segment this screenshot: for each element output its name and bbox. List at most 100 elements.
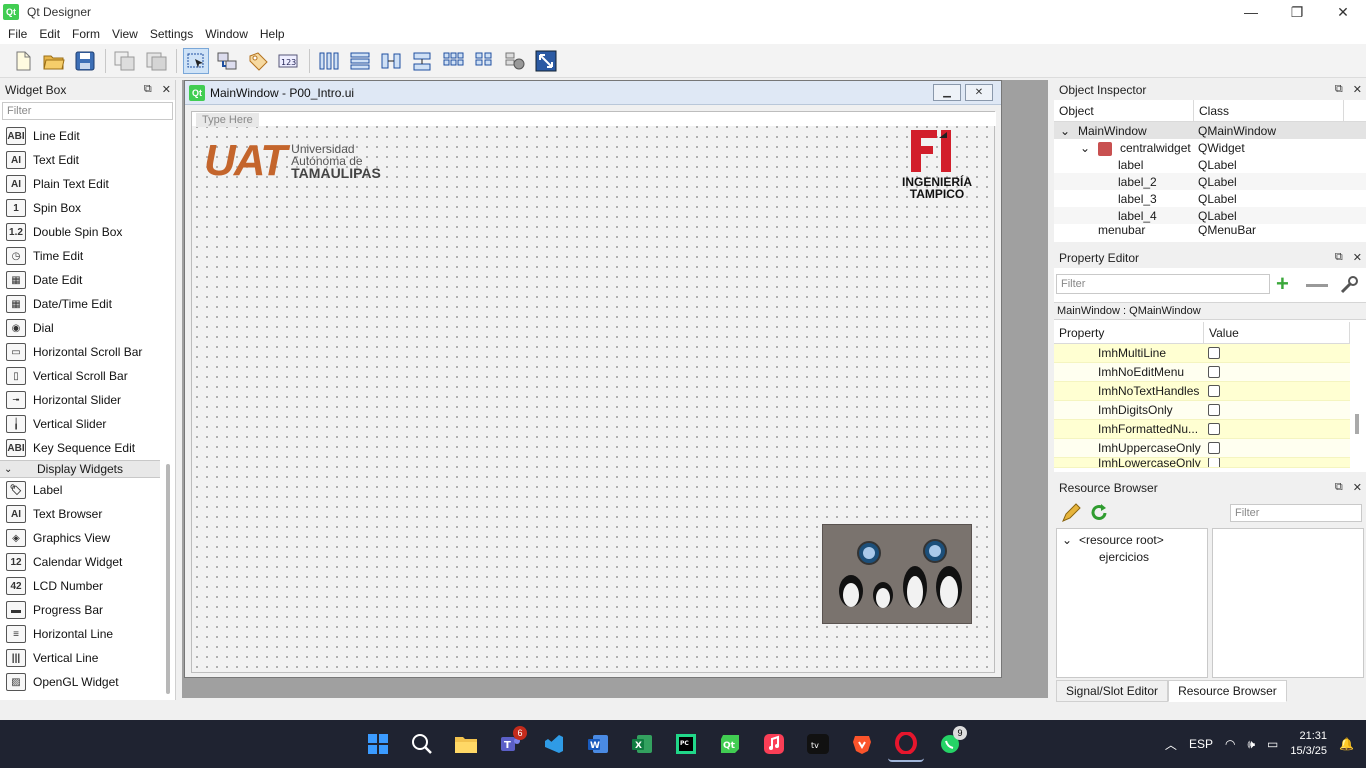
configure-wrench-icon[interactable] <box>1338 274 1360 299</box>
file-explorer-icon[interactable] <box>448 726 484 762</box>
object-row[interactable]: ⌄ centralwidget QWidget <box>1054 139 1366 156</box>
close-button[interactable]: ✕ <box>1320 0 1366 24</box>
copy-icon[interactable] <box>112 48 138 74</box>
adjust-size-icon[interactable] <box>533 48 559 74</box>
search-icon[interactable] <box>404 726 440 762</box>
apple-music-icon[interactable] <box>756 726 792 762</box>
float-icon[interactable]: ⧉ <box>1335 251 1343 264</box>
uat-logo[interactable]: UAT Universidad Autónoma de TAMAULIPAS <box>204 136 381 186</box>
brave-browser-icon[interactable] <box>844 726 880 762</box>
widget-item-line-edit[interactable]: ABI Line Edit <box>0 124 160 148</box>
chevron-down-icon[interactable]: ⌄ <box>1057 533 1077 547</box>
widget-item-key-sequence-edit[interactable]: ABI Key Sequence Edit <box>0 436 160 460</box>
chevron-down-icon[interactable]: ⌄ <box>1080 141 1090 155</box>
object-row[interactable]: menubar QMenuBar <box>1054 224 1366 236</box>
layout-splitter-horizontal-icon[interactable] <box>378 48 404 74</box>
vscode-icon[interactable] <box>536 726 572 762</box>
penguins-image[interactable] <box>822 524 972 624</box>
layout-horizontal-icon[interactable] <box>316 48 342 74</box>
input-language[interactable]: ESP <box>1189 737 1213 751</box>
widget-item-progress-bar[interactable]: ▬ Progress Bar <box>0 598 160 622</box>
edit-resources-pencil-icon[interactable] <box>1060 502 1082 527</box>
reload-icon[interactable] <box>1088 502 1110 527</box>
subwindow-minimize-button[interactable]: ▁ <box>933 84 961 101</box>
wifi-icon[interactable]: ◠ <box>1225 737 1235 751</box>
open-folder-icon[interactable] <box>41 48 67 74</box>
column-value[interactable]: Value <box>1204 322 1350 343</box>
widget-item-vertical-line[interactable]: ||| Vertical Line <box>0 646 160 670</box>
paste-icon[interactable] <box>143 48 169 74</box>
widget-box-scrollbar[interactable] <box>164 124 172 694</box>
float-icon[interactable]: ⧉ <box>144 83 152 96</box>
layout-grid-icon[interactable] <box>440 48 466 74</box>
layout-splitter-vertical-icon[interactable] <box>409 48 435 74</box>
close-icon[interactable]: ✕ <box>1353 251 1362 264</box>
scrollbar-thumb[interactable] <box>166 464 170 694</box>
close-icon[interactable]: ✕ <box>1353 83 1362 96</box>
widget-item-vertical-slider[interactable]: ╽ Vertical Slider <box>0 412 160 436</box>
save-icon[interactable] <box>72 48 98 74</box>
menu-window[interactable]: Window <box>199 27 254 41</box>
object-row[interactable]: label_2 QLabel <box>1054 173 1366 190</box>
add-dynamic-property-icon[interactable]: + <box>1276 273 1289 295</box>
category-display-widgets[interactable]: ⌄ Display Widgets <box>0 460 160 478</box>
new-file-icon[interactable] <box>10 48 36 74</box>
remove-property-icon[interactable] <box>1306 284 1328 287</box>
chevron-up-icon[interactable]: ︿ <box>1165 736 1177 753</box>
resource-root-item[interactable]: ⌄ <resource root> <box>1057 531 1207 548</box>
property-row[interactable]: ImhNoEditMenu <box>1054 363 1350 382</box>
property-row[interactable]: ImhFormattedNu... <box>1054 420 1350 439</box>
property-checkbox[interactable] <box>1208 366 1220 378</box>
qt-designer-icon[interactable]: Qt <box>712 726 748 762</box>
object-row[interactable]: label_4 QLabel <box>1054 207 1366 224</box>
widget-item-spin-box[interactable]: 1 Spin Box <box>0 196 160 220</box>
widget-item-graphics-view[interactable]: ◈ Graphics View <box>0 526 160 550</box>
menu-form[interactable]: Form <box>66 27 106 41</box>
tab-resource-browser[interactable]: Resource Browser <box>1168 680 1287 702</box>
property-checkbox[interactable] <box>1208 423 1220 435</box>
object-row[interactable]: label QLabel <box>1054 156 1366 173</box>
property-row[interactable]: ImhUppercaseOnly <box>1054 439 1350 458</box>
property-checkbox[interactable] <box>1208 385 1220 397</box>
property-row[interactable]: ImhMultiLine <box>1054 344 1350 363</box>
edit-buddies-icon[interactable] <box>245 48 271 74</box>
object-row[interactable]: ⌄ MainWindow QMainWindow <box>1054 122 1366 139</box>
widget-item-double-spin-box[interactable]: 1.2 Double Spin Box <box>0 220 160 244</box>
layout-vertical-icon[interactable] <box>347 48 373 74</box>
minimize-button[interactable]: — <box>1228 0 1274 24</box>
menu-settings[interactable]: Settings <box>144 27 199 41</box>
clock[interactable]: 21:31 15/3/25 <box>1290 729 1327 759</box>
windows-start-icon[interactable] <box>360 726 396 762</box>
widget-item-calendar-widget[interactable]: 12 Calendar Widget <box>0 550 160 574</box>
widget-item-horizontal-line[interactable]: ≡ Horizontal Line <box>0 622 160 646</box>
form-canvas[interactable]: Type Here UAT Universidad Autónoma de TA… <box>191 111 996 673</box>
excel-icon[interactable]: X <box>624 726 660 762</box>
maximize-button[interactable]: ❐ <box>1274 0 1320 24</box>
fi-logo[interactable]: INGENIERÍA TAMPICO <box>892 128 982 200</box>
menu-view[interactable]: View <box>106 27 144 41</box>
widget-item-horizontal-slider[interactable]: ╼ Horizontal Slider <box>0 388 160 412</box>
widget-item-time-edit[interactable]: ◷ Time Edit <box>0 244 160 268</box>
notification-bell-icon[interactable]: 🔔 <box>1339 737 1354 751</box>
object-row[interactable]: label_3 QLabel <box>1054 190 1366 207</box>
property-scrollbar[interactable] <box>1354 348 1360 468</box>
type-here-menu[interactable]: Type Here <box>196 113 259 127</box>
scrollbar-thumb[interactable] <box>1355 414 1359 434</box>
property-row[interactable]: ImhDigitsOnly <box>1054 401 1350 420</box>
float-icon[interactable]: ⧉ <box>1335 481 1343 494</box>
widget-item-lcd-number[interactable]: 42 LCD Number <box>0 574 160 598</box>
float-icon[interactable]: ⧉ <box>1335 83 1343 96</box>
property-row[interactable]: ImhNoTextHandles <box>1054 382 1350 401</box>
teams-icon[interactable]: T6 <box>492 726 528 762</box>
widget-item-label[interactable]: 🏷 Label <box>0 478 160 502</box>
tab-signal-slot-editor[interactable]: Signal/Slot Editor <box>1056 680 1169 702</box>
menu-file[interactable]: File <box>2 27 33 41</box>
pycharm-icon[interactable]: PC <box>668 726 704 762</box>
resource-folder-item[interactable]: ejercicios <box>1057 548 1207 565</box>
edit-widgets-icon[interactable] <box>183 47 209 74</box>
apple-tv-icon[interactable]: tv <box>800 726 836 762</box>
property-checkbox[interactable] <box>1208 404 1220 416</box>
opera-icon[interactable] <box>888 726 924 762</box>
layout-form-icon[interactable] <box>471 48 497 74</box>
property-checkbox[interactable] <box>1208 458 1220 467</box>
